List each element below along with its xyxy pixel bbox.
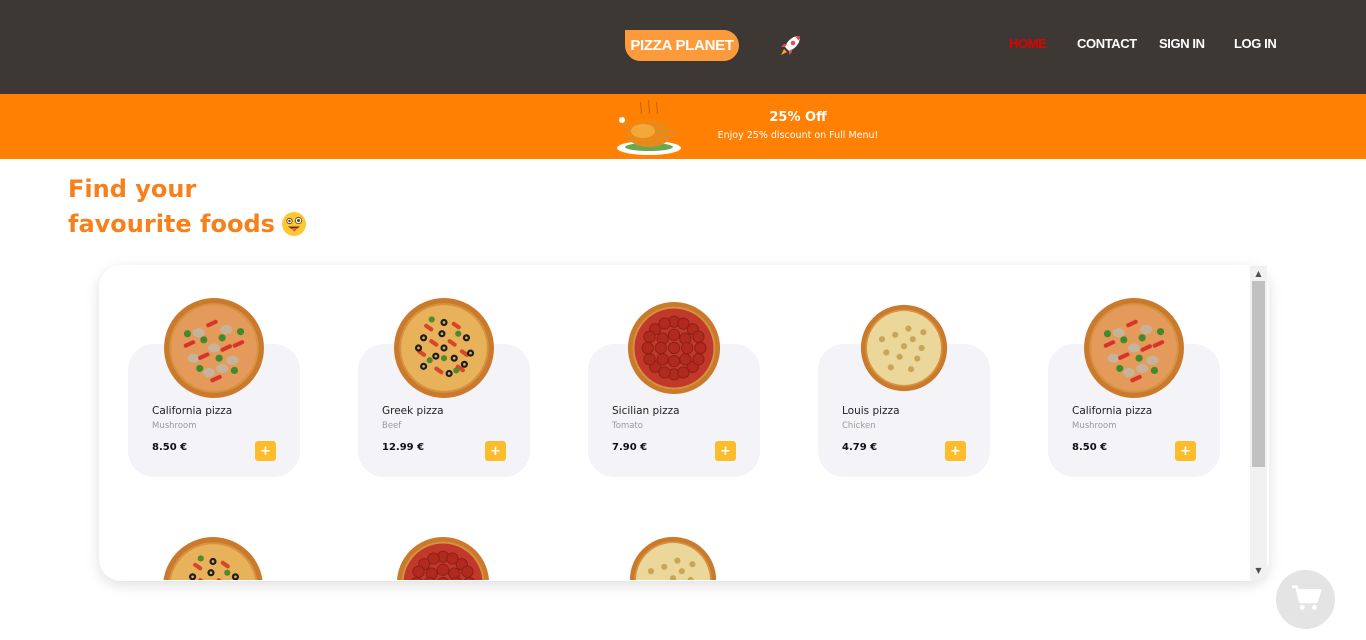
product-category: Tomato [612,421,643,431]
page-heading: Find your favourite foods [68,172,307,242]
product-name: Louis pizza [842,405,900,417]
brand-logo[interactable]: PIZZA PLANET [625,30,739,61]
product-price: 12.99 € [382,442,425,453]
scrollbar-thumb[interactable] [1252,281,1265,467]
promo-subtitle: Enjoy 25% discount on Full Menu! [717,130,879,141]
add-to-cart-button[interactable]: + [715,441,736,461]
promo-banner [0,94,1366,159]
pizza-image [627,301,721,395]
pizza-image [1083,297,1185,399]
product-name: California pizza [1072,405,1153,417]
brand-name: PIZZA PLANET [630,37,734,54]
rocket-icon [776,32,804,60]
add-to-cart-button[interactable]: + [255,441,276,461]
heading-line-1: Find your [68,175,197,203]
nav-log-in-link[interactable]: LOG IN [1234,36,1277,54]
pizza-image [629,536,717,580]
product-price: 7.90 € [612,442,648,453]
winking-tongue-face-icon [281,211,307,237]
pizza-image [393,297,495,399]
product-price: 4.79 € [842,442,878,453]
pizza-image [396,536,490,580]
nav-home-link[interactable]: HOME [1009,36,1047,54]
pizza-image [860,304,948,392]
heading-line-2: favourite foods [68,210,275,238]
product-name: Sicilian pizza [612,405,680,417]
promo-title: 25% Off [769,110,827,125]
cart-button[interactable] [1276,570,1335,629]
product-category: Mushroom [1072,421,1117,431]
product-category: Chicken [842,421,876,431]
add-to-cart-button[interactable]: + [485,441,506,461]
scroll-down-arrow[interactable]: ▼ [1254,566,1263,575]
pizza-image [162,536,264,580]
product-name: California pizza [152,405,233,417]
product-name: Greek pizza [382,405,444,417]
nav-contact-link[interactable]: CONTACT [1077,36,1137,54]
product-price: 8.50 € [1072,442,1108,453]
shopping-cart-icon [1290,584,1322,616]
add-to-cart-button[interactable]: + [1175,441,1196,461]
scroll-up-arrow[interactable]: ▲ [1254,269,1263,278]
product-price: 8.50 € [152,442,188,453]
roast-turkey-icon [613,98,683,158]
product-category: Beef [382,421,402,431]
nav-sign-in-link[interactable]: SIGN IN [1159,36,1205,54]
pizza-image [163,297,265,399]
add-to-cart-button[interactable]: + [945,441,966,461]
product-category: Mushroom [152,421,197,431]
